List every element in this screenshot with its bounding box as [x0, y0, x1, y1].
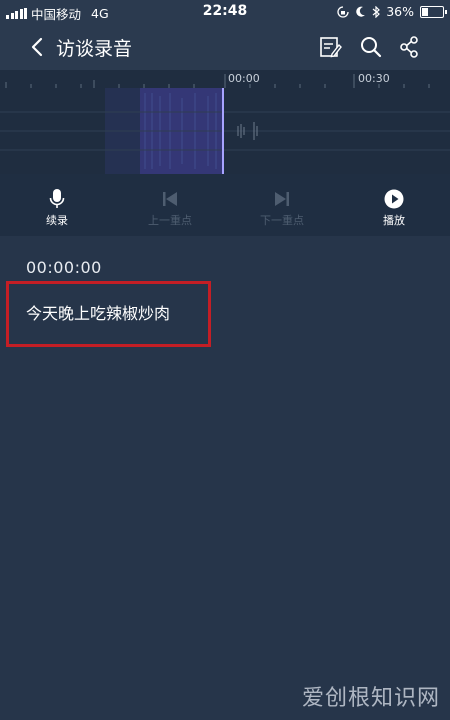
- play-button[interactable]: 播放: [354, 188, 434, 228]
- skip-previous-icon: [163, 192, 177, 206]
- record-button[interactable]: 续录: [17, 188, 97, 228]
- prev-mark-button[interactable]: 上一重点: [130, 188, 210, 228]
- next-mark-label: 下一重点: [260, 214, 304, 227]
- watermark: 爱创根知识网: [301, 686, 440, 711]
- search-icon[interactable]: [359, 35, 383, 59]
- tick-label-0: 00:00: [228, 72, 260, 85]
- play-icon: [384, 189, 404, 209]
- edit-note-icon[interactable]: [318, 35, 342, 59]
- transcript-timestamp[interactable]: 00:00:00: [26, 258, 102, 277]
- waveform-graphic: [0, 88, 450, 174]
- highlight-box: [6, 281, 211, 347]
- next-mark-button[interactable]: 下一重点: [242, 188, 322, 228]
- tick-label-1: 00:30: [358, 72, 390, 85]
- prev-mark-label: 上一重点: [148, 214, 192, 227]
- battery-percent: 36%: [386, 4, 414, 19]
- nav-bar: 访谈录音: [0, 24, 450, 70]
- record-label: 续录: [46, 214, 68, 227]
- share-icon[interactable]: [398, 35, 422, 59]
- waveform-area[interactable]: 00:00 00:30: [0, 70, 450, 174]
- skip-next-icon: [275, 192, 289, 206]
- bluetooth-icon: [372, 5, 381, 18]
- moon-icon: [356, 6, 366, 17]
- status-bar: 中国移动 4G 22:48 36%: [0, 0, 450, 24]
- battery-icon: [420, 5, 447, 18]
- microphone-icon: [49, 189, 65, 208]
- play-label: 播放: [383, 214, 405, 227]
- lock-rotation-icon: [337, 5, 349, 18]
- playhead[interactable]: [222, 88, 224, 174]
- page-title: 访谈录音: [56, 38, 133, 60]
- back-icon[interactable]: [28, 37, 48, 57]
- playback-controls: 续录 上一重点 下一重点 播放: [0, 174, 450, 236]
